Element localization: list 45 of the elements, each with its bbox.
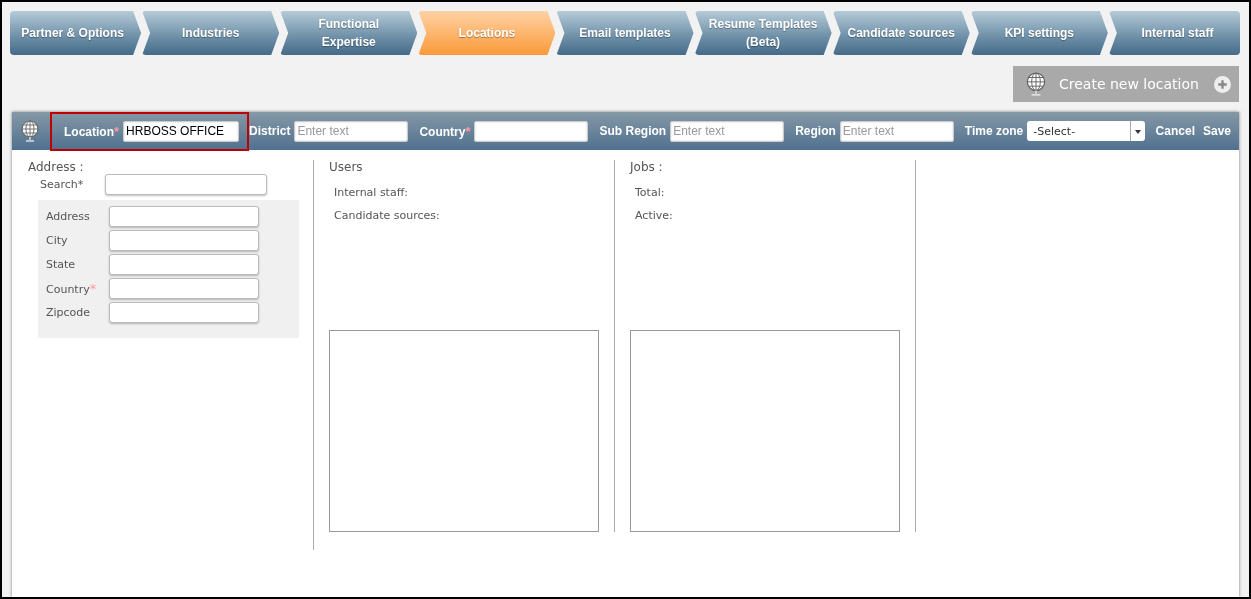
toolbar-link[interactable]: Save xyxy=(1202,124,1231,138)
step-tab[interactable]: Industries xyxy=(142,11,280,55)
text-field[interactable] xyxy=(109,278,259,299)
stat-label: Total: xyxy=(635,186,666,199)
field-label: Search* xyxy=(40,178,84,191)
search-field[interactable] xyxy=(105,174,268,195)
create-location-button[interactable]: Create new location xyxy=(1013,66,1239,102)
step-tab[interactable]: Resume Templates (Beta) xyxy=(694,11,832,55)
step-tab[interactable]: Candidate sources xyxy=(832,11,970,55)
section-title: Address : xyxy=(28,160,85,174)
globe-icon xyxy=(18,119,42,143)
field-label: Sub Region xyxy=(599,124,667,138)
text-field[interactable] xyxy=(109,230,259,251)
field-label: City xyxy=(46,234,69,247)
stat-label: Active: xyxy=(635,209,674,222)
field-label: Country* xyxy=(419,123,471,139)
field-label: Location* xyxy=(64,123,120,139)
section-title: Users xyxy=(329,160,364,174)
field-label: State xyxy=(46,258,77,271)
field-label: District xyxy=(249,124,291,138)
step-tab[interactable]: Email templates xyxy=(556,11,694,55)
stat-label: Internal staff: xyxy=(334,186,409,199)
field-label: Time zone xyxy=(964,124,1024,138)
text-field[interactable]: HRBOSS OFFICE xyxy=(123,120,240,142)
text-field[interactable] xyxy=(474,120,589,142)
step-tab[interactable]: Internal staff xyxy=(1108,11,1240,55)
timezone-select[interactable]: -Select- xyxy=(1027,121,1146,141)
field-label: Country* xyxy=(46,281,98,296)
section-title: Jobs : xyxy=(630,160,664,174)
text-field[interactable] xyxy=(109,302,259,323)
text-field[interactable] xyxy=(109,206,259,227)
field-label: Zipcode xyxy=(46,306,92,319)
text-field[interactable]: Enter text xyxy=(839,120,954,142)
field-label: Address xyxy=(46,210,91,223)
toolbar-link[interactable]: Cancel xyxy=(1155,124,1195,138)
field-label: Region xyxy=(795,124,836,138)
step-tab[interactable]: Locations xyxy=(418,11,556,55)
text-field[interactable] xyxy=(109,254,259,275)
step-tab[interactable]: KPI settings xyxy=(970,11,1108,55)
plus-icon xyxy=(1214,75,1231,93)
step-tab[interactable]: Functional Expertise xyxy=(280,11,418,55)
text-field[interactable]: Enter text xyxy=(294,120,409,142)
stat-label: Candidate sources: xyxy=(334,209,441,222)
step-tab[interactable]: Partner & Options xyxy=(10,11,142,55)
text-field[interactable]: Enter text xyxy=(670,120,785,142)
